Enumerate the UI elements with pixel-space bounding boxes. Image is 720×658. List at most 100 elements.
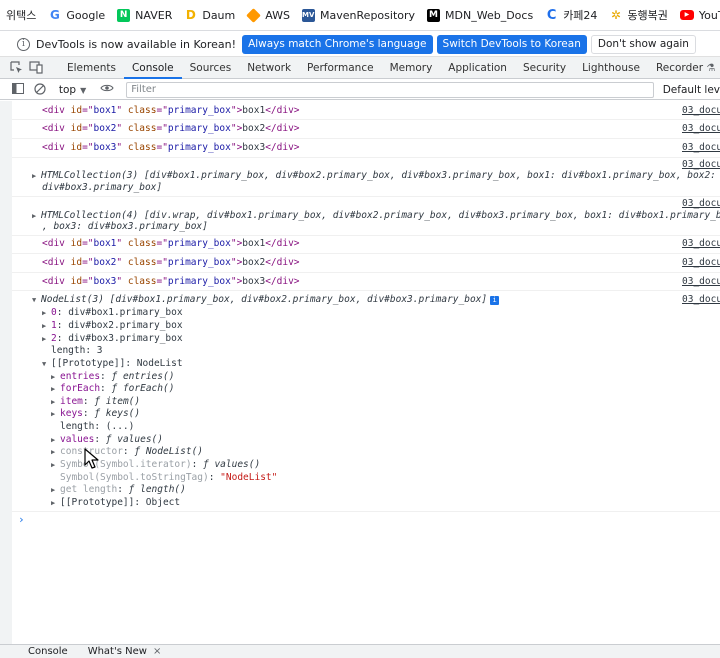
console-prompt[interactable]: › (18, 513, 720, 526)
console-toolbar: top ▼ Filter Default lev (0, 80, 720, 100)
source-link[interactable]: 03_docu (682, 276, 720, 287)
console-message[interactable]: <div id="box2" class="primary_box">box2<… (42, 123, 720, 134)
console-message[interactable]: <div id="box1" class="primary_box">box1<… (42, 238, 720, 249)
source-link[interactable]: 03_docu (682, 198, 720, 209)
message-divider (12, 235, 720, 236)
always-match-language-button[interactable]: Always match Chrome's language (242, 34, 433, 54)
context-value: top (58, 83, 77, 96)
drawer-tab-console[interactable]: Console (28, 646, 68, 657)
expand-triangle-icon[interactable]: ▶ (51, 499, 60, 507)
bookmark-label: AWS (265, 8, 291, 22)
expand-triangle-icon[interactable]: ▶ (51, 461, 60, 469)
expand-triangle-icon[interactable]: ▶ (51, 385, 60, 393)
bookmark-wetax[interactable]: 위택스 (0, 3, 42, 27)
expand-triangle-icon[interactable]: ▶ (51, 486, 60, 494)
tab-network[interactable]: Network (239, 57, 299, 79)
prototype-entry[interactable]: ▶ get length: ƒ length() (51, 484, 720, 495)
nodelist-item[interactable]: ▶ 0: div#box1.primary_box (42, 307, 720, 318)
bookmark-daum[interactable]: D Daum (178, 3, 241, 27)
prototype-entry[interactable]: ▶ constructor: ƒ NodeList() (51, 446, 720, 457)
device-toolbar-icon[interactable] (29, 60, 43, 75)
expand-triangle-icon[interactable]: ▶ (42, 335, 51, 343)
bookmark-maven[interactable]: MVN MavenRepository (296, 3, 421, 27)
devtools-tab-bar: Elements Console Sources Network Perform… (0, 57, 720, 79)
console-output[interactable]: <div id="box1" class="primary_box">box1<… (0, 101, 720, 644)
console-message[interactable]: ▶ HTMLCollection(4) [div.wrap, div#box1.p… (32, 210, 720, 221)
bookmark-mdn[interactable]: M MDN_Web_Docs (421, 3, 539, 27)
sidebar-toggle-icon[interactable] (11, 82, 25, 97)
console-message[interactable]: <div id="box3" class="primary_box">box3<… (42, 276, 720, 287)
bookmark-youtube[interactable]: ▶ YouTube (674, 3, 720, 27)
prototype-entry[interactable]: ▶ values: ƒ values() (51, 434, 720, 445)
tab-sources[interactable]: Sources (182, 57, 240, 79)
console-message[interactable]: <div id="box2" class="primary_box">box2<… (42, 257, 720, 268)
live-expression-eye-icon[interactable] (100, 83, 114, 97)
clear-console-icon[interactable] (33, 82, 47, 97)
source-link[interactable]: 03_docu (682, 159, 720, 170)
prototype-entry[interactable]: ▶ Symbol(Symbol.iterator): ƒ values() (51, 459, 720, 470)
console-message[interactable]: ▶ HTMLCollection(3) [div#box1.primary_box… (32, 170, 720, 181)
bookmark-label: 동행복권 (627, 9, 668, 22)
source-link[interactable]: 03_docu (682, 123, 720, 134)
bookmarks-bar: 위택스 G Google N NAVER D Daum AWS MVN MavenRep… (0, 0, 720, 31)
tab-console[interactable]: Console (123, 57, 182, 79)
expand-triangle-icon[interactable]: ▶ (42, 309, 51, 317)
bookmark-google[interactable]: G Google (42, 3, 111, 27)
filter-input[interactable]: Filter (126, 81, 654, 98)
expand-triangle-icon[interactable]: ▶ (51, 373, 60, 381)
expand-triangle-icon[interactable]: ▶ (32, 212, 41, 220)
drawer-tab-whats-new[interactable]: What's New (88, 646, 147, 657)
prototype-length[interactable]: length: (...) (60, 421, 720, 432)
tab-application[interactable]: Application (440, 57, 515, 79)
nodelist-prototype[interactable]: ▼ [[Prototype]]: NodeList (42, 358, 720, 369)
expand-triangle-icon[interactable]: ▶ (51, 398, 60, 406)
source-link[interactable]: 03_docu (682, 238, 720, 249)
prototype-entry[interactable]: ▶ item: ƒ item() (51, 396, 720, 407)
message-divider (12, 157, 720, 158)
nodelist-header[interactable]: ▼ NodeList(3) [div#box1.primary_box, div#… (32, 294, 720, 305)
console-message[interactable]: <div id="box3" class="primary_box">box3<… (42, 142, 720, 153)
log-levels-dropdown[interactable]: Default lev (663, 84, 720, 96)
bookmark-label: Daum (202, 8, 236, 22)
expand-triangle-icon[interactable]: ▶ (51, 436, 60, 444)
bookmark-naver[interactable]: N NAVER (111, 3, 178, 27)
collapse-triangle-icon[interactable]: ▼ (42, 360, 51, 368)
prototype-entry[interactable]: ▶ keys: ƒ keys() (51, 408, 720, 419)
tab-lighthouse[interactable]: Lighthouse (574, 57, 648, 79)
console-message-continued: , box3: div#box3.primary_box] (42, 221, 208, 232)
source-link[interactable]: 03_docu (682, 142, 720, 153)
dont-show-again-button[interactable]: Don't show again (590, 34, 696, 54)
prototype-entry[interactable]: ▶ entries: ƒ entries() (51, 371, 720, 382)
prototype-entry[interactable]: ▶ forEach: ƒ forEach() (51, 383, 720, 394)
lottery-icon: ✲ (609, 7, 623, 22)
tab-elements[interactable]: Elements (59, 57, 124, 79)
tab-recorder[interactable]: Recorder ⚗ (648, 57, 720, 79)
tab-security[interactable]: Security (515, 57, 574, 79)
switch-to-korean-button[interactable]: Switch DevTools to Korean (436, 34, 587, 54)
tab-memory[interactable]: Memory (382, 57, 441, 79)
bookmark-lottery[interactable]: ✲ 동행복권 (603, 3, 673, 27)
tab-performance[interactable]: Performance (299, 57, 382, 79)
nodelist-item[interactable]: ▶ 2: div#box3.primary_box (42, 333, 720, 344)
bookmark-label: 카페24 (563, 9, 598, 22)
daum-icon: D (184, 7, 198, 22)
console-message[interactable]: <div id="box1" class="primary_box">box1<… (42, 105, 720, 116)
inspect-element-icon[interactable] (10, 60, 23, 75)
source-link[interactable]: 03_docu (682, 105, 720, 116)
expand-triangle-icon[interactable]: ▶ (42, 322, 51, 330)
message-divider (12, 138, 720, 139)
bookmark-cafe24[interactable]: C 카페24 (539, 3, 603, 27)
close-icon[interactable]: × (153, 646, 161, 657)
bookmark-aws[interactable]: AWS (241, 3, 296, 27)
youtube-icon: ▶ (679, 10, 694, 20)
expand-triangle-icon[interactable]: ▶ (51, 410, 60, 418)
source-link[interactable]: 03_docu (682, 257, 720, 268)
nodelist-item[interactable]: ▶ 1: div#box2.primary_box (42, 320, 720, 331)
expand-triangle-icon[interactable]: ▶ (32, 172, 41, 180)
prototype-object[interactable]: ▶ [[Prototype]]: Object (51, 497, 720, 508)
source-link[interactable]: 03_docu (682, 294, 720, 305)
expand-triangle-icon[interactable]: ▶ (51, 448, 60, 456)
bookmark-label: Google (66, 8, 106, 22)
context-selector[interactable]: top ▼ (59, 84, 86, 96)
collapse-triangle-icon[interactable]: ▼ (32, 296, 41, 304)
